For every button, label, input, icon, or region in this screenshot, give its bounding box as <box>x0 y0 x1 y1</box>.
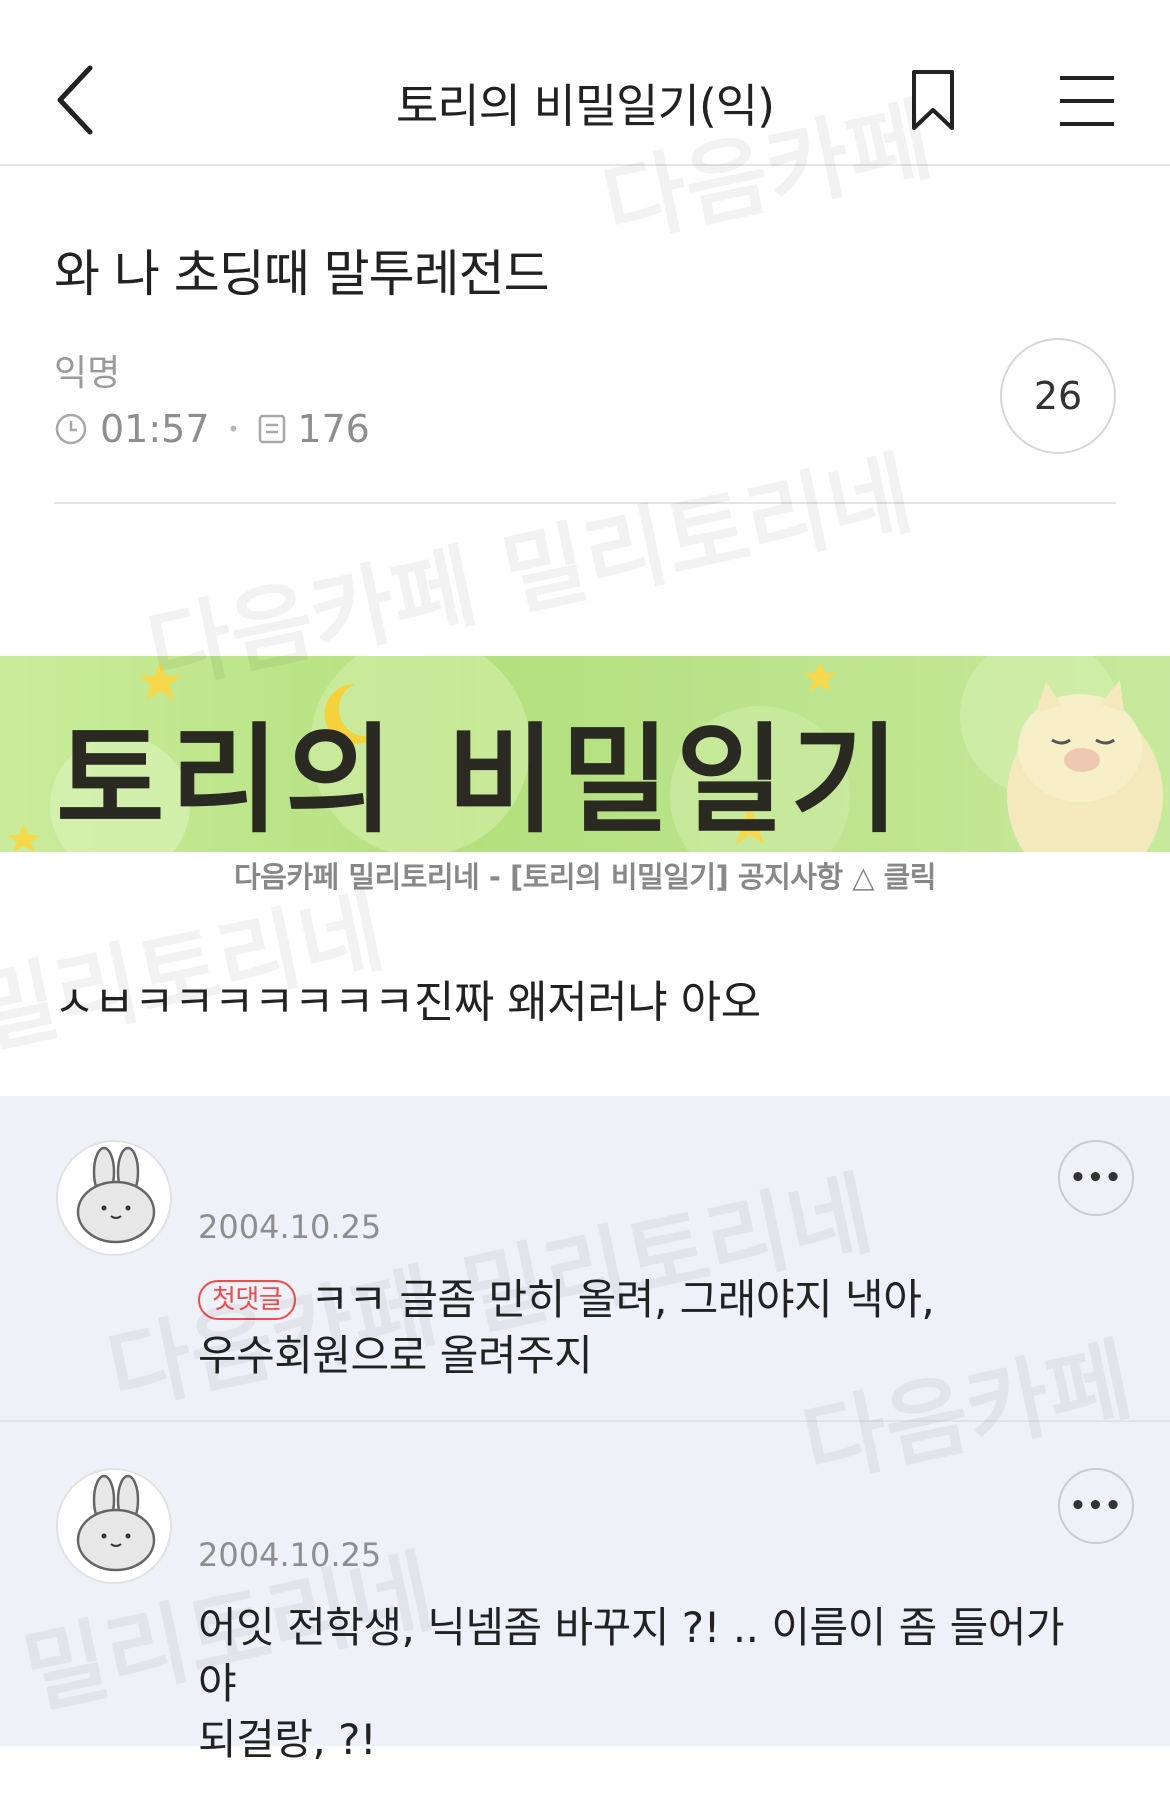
bookmark-icon <box>912 70 954 130</box>
comment-text: 첫댓글 ㅋㅋ 글좀 만히 올려, 그래야지 낵아, 우수회원으로 올려주지 <box>198 1272 1098 1384</box>
banner-caption[interactable]: 다음카페 밀리토리네 - [토리의 비밀일기] 공지사항 △ 클릭 <box>0 854 1170 896</box>
divider <box>54 502 1116 504</box>
menu-button[interactable] <box>1058 74 1116 128</box>
comment-date: 2004.10.25 <box>198 1536 382 1574</box>
avatar[interactable] <box>56 1468 172 1584</box>
bunny-avatar-icon <box>76 1146 156 1244</box>
clock-icon <box>55 413 87 445</box>
hamburger-menu-icon <box>1060 76 1114 126</box>
comment-text-line: 어잇 전학생, 닉넴좀 바꾸지 ?! .. 이름이 좀 들어가야 <box>198 1603 1065 1708</box>
meta-separator: • <box>227 417 240 441</box>
comment-text: 어잇 전학생, 닉넴좀 바꾸지 ?! .. 이름이 좀 들어가야 되걸랑, ?! <box>198 1600 1098 1768</box>
post-title: 와 나 초딩때 말투레전드 <box>54 245 550 303</box>
star-icon <box>7 824 41 852</box>
cafe-board-title: 토리의 비밀일기(익) <box>395 79 775 133</box>
comment-item: 2004.10.25 ••• 어잇 전학생, 닉넴좀 바꾸지 ?! .. 이름이… <box>0 1424 1170 1764</box>
post-body: ㅅㅂㅋㅋㅋㅋㅋㅋㅋ진짜 왜저러냐 아오 <box>54 977 761 1028</box>
bookmark-button[interactable] <box>908 68 958 132</box>
view-count-icon <box>259 414 286 444</box>
notice-banner[interactable]: 토리의 비밀일기 <box>0 656 1170 852</box>
post-meta: 01:57 • 176 <box>54 404 370 454</box>
comment-count-button[interactable]: 26 <box>1000 338 1116 454</box>
avatar[interactable] <box>56 1140 172 1256</box>
comment-text-line: 우수회원으로 올려주지 <box>198 1331 593 1380</box>
comment-text-line: ㅋㅋ 글좀 만히 올려, 그래야지 낵아, <box>310 1275 935 1324</box>
comment-date: 2004.10.25 <box>198 1208 382 1246</box>
more-dots-icon: ••• <box>1069 1163 1123 1193</box>
first-comment-badge: 첫댓글 <box>198 1280 297 1320</box>
banner-title: 토리의 비밀일기 <box>56 711 906 849</box>
comment-list: 2004.10.25 ••• 첫댓글 ㅋㅋ 글좀 만히 올려, 그래야지 낵아, … <box>0 1096 1170 1764</box>
more-dots-icon: ••• <box>1069 1491 1123 1521</box>
comment-more-button[interactable]: ••• <box>1058 1468 1134 1544</box>
bunny-avatar-icon <box>76 1474 156 1572</box>
comment-count: 26 <box>1033 374 1083 418</box>
comment-text-line: 되걸랑, ?! <box>198 1715 377 1764</box>
post-author[interactable]: 익명 <box>54 344 120 396</box>
top-bar: 토리의 비밀일기(익) <box>0 0 1170 166</box>
post-views: 176 <box>297 407 370 451</box>
comment-more-button[interactable]: ••• <box>1058 1140 1134 1216</box>
post-time: 01:57 <box>100 407 210 451</box>
comment-item: 2004.10.25 ••• 첫댓글 ㅋㅋ 글좀 만히 올려, 그래야지 낵아, … <box>0 1096 1170 1422</box>
